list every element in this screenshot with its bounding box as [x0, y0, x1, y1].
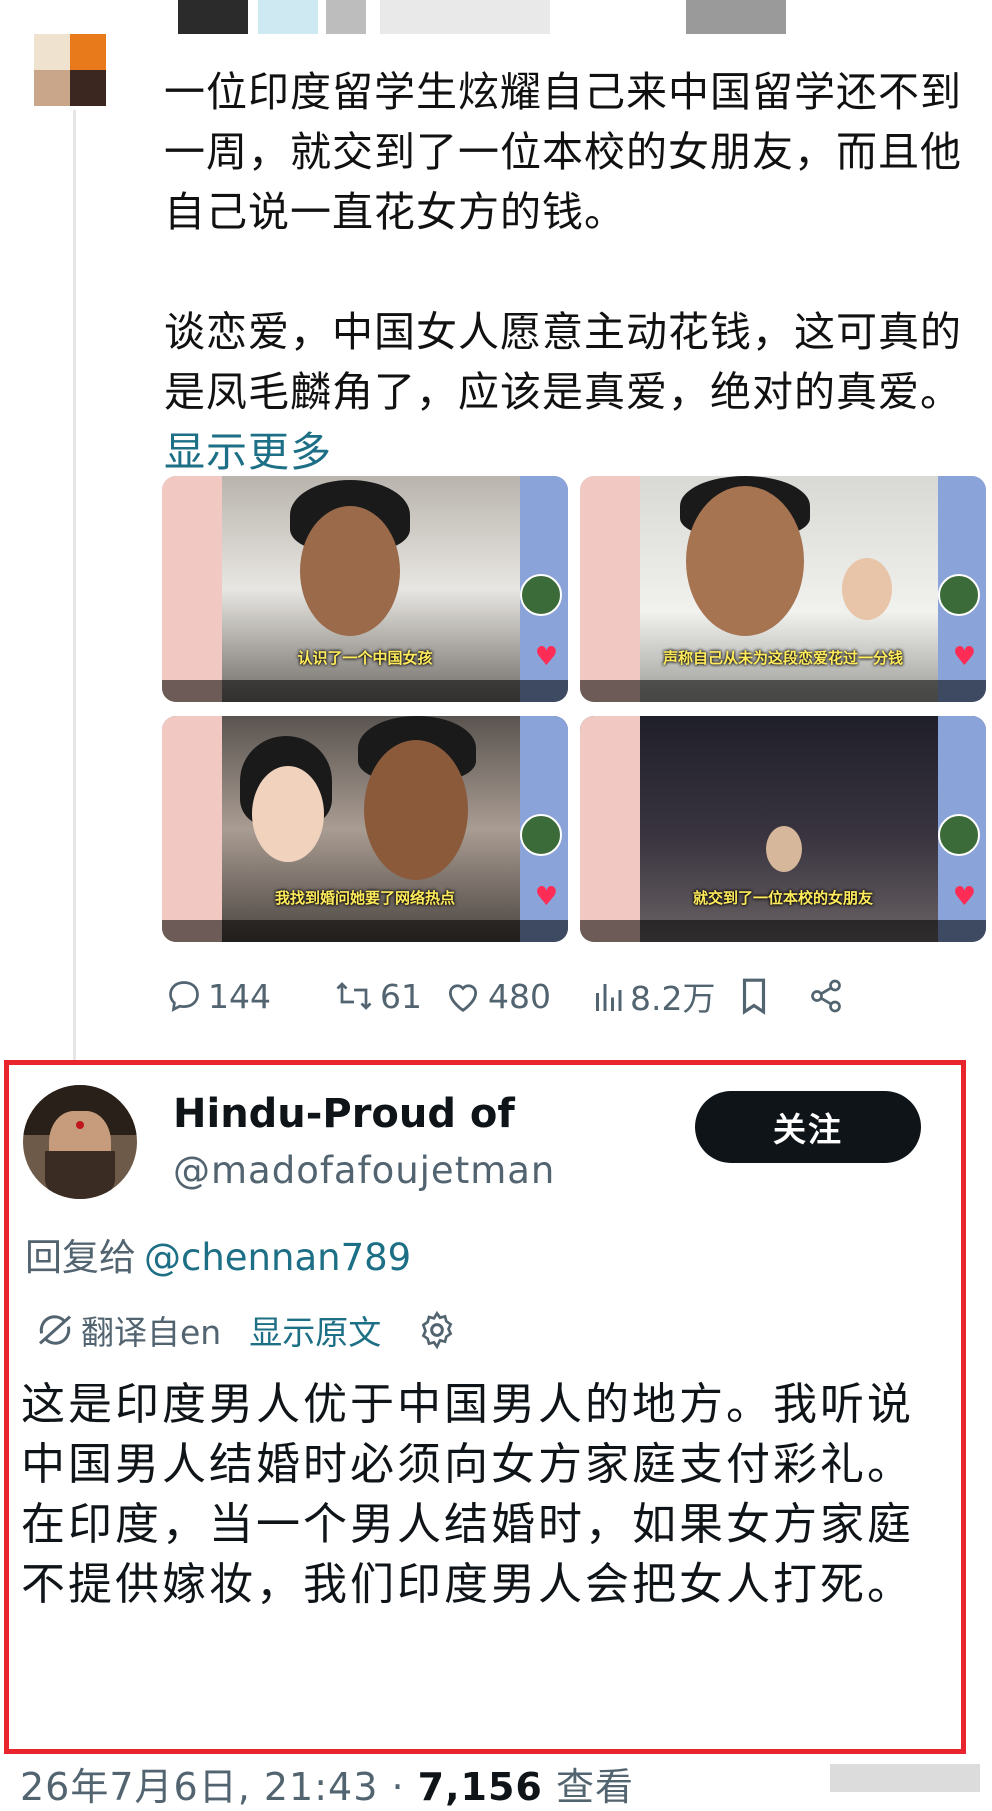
view-label: 查看	[555, 1765, 634, 1809]
share-icon	[811, 979, 841, 1013]
post-timestamp: 26年7月6日, 21:43 · 7,156 查看	[20, 1756, 634, 1811]
media-caption: 就交到了一位本校的女朋友	[692, 889, 873, 907]
reply-to-mention[interactable]: @chennan789	[144, 1236, 411, 1279]
follow-button[interactable]: 关注	[695, 1091, 921, 1163]
reply-icon	[169, 981, 199, 1012]
translated-from-label: 翻译自en	[81, 1313, 222, 1352]
reply-handle[interactable]: @madofafoujetman	[173, 1149, 555, 1192]
reply-display-name[interactable]: Hindu-Proud of	[173, 1091, 515, 1137]
view-count: 7,156	[417, 1765, 543, 1809]
settings-gear-icon[interactable]	[417, 1310, 457, 1350]
show-original-link[interactable]: 显示原文	[249, 1306, 381, 1354]
views-count: 8.2万	[630, 979, 716, 1018]
share-button[interactable]	[808, 968, 850, 1024]
media-grid: ♥ 认识了一个中国女孩 ♥ 声称自己从未为这段恋爱花过一分钱 ♥ 我找到婚问她要…	[162, 476, 986, 942]
views-chart-icon	[596, 984, 622, 1011]
top-bar-blurred	[0, 0, 992, 40]
media-image-1[interactable]: ♥ 认识了一个中国女孩	[162, 476, 568, 702]
thread-line	[73, 110, 76, 1060]
like-button[interactable]: 480	[444, 968, 551, 1024]
media-image-4[interactable]: ♥ 就交到了一位本校的女朋友	[580, 716, 986, 942]
media-caption: 认识了一个中国女孩	[297, 649, 433, 667]
reply-to-label: 回复给	[25, 1236, 136, 1279]
show-more-link[interactable]: 显示更多	[164, 428, 332, 476]
reply-avatar[interactable]	[23, 1085, 137, 1199]
translate-icon	[39, 1315, 71, 1345]
bookmark-icon	[742, 978, 766, 1015]
reply-text: 这是印度男人优于中国男人的地方。我听说中国男人结婚时必须向女方家庭支付彩礼。在印…	[21, 1375, 955, 1615]
post-text: 一位印度留学生炫耀自己来中国留学还不到一周，就交到了一位本校的女朋友，而且他自己…	[164, 62, 984, 482]
post-paragraph-1: 一位印度留学生炫耀自己来中国留学还不到一周，就交到了一位本校的女朋友，而且他自己…	[164, 68, 962, 236]
repost-button[interactable]: 61	[334, 968, 422, 1024]
media-caption: 声称自己从未为这段恋爱花过一分钱	[662, 649, 903, 667]
reply-button[interactable]: 144	[166, 968, 271, 1024]
highlighted-reply: Hindu-Proud of @madofafoujetman 关注 回复给 @c…	[4, 1060, 966, 1754]
reply-to-line: 回复给 @chennan789	[25, 1227, 411, 1281]
repost-icon	[336, 982, 372, 1010]
original-poster-avatar[interactable]	[34, 34, 106, 106]
media-image-2[interactable]: ♥ 声称自己从未为这段恋爱花过一分钱	[580, 476, 986, 702]
reply-count: 144	[208, 976, 271, 1016]
bookmark-button[interactable]	[738, 968, 776, 1024]
heart-outline-icon	[448, 984, 478, 1012]
media-image-3[interactable]: ♥ 我找到婚问她要了网络热点	[162, 716, 568, 942]
media-caption: 我找到婚问她要了网络热点	[274, 889, 455, 907]
post-paragraph-2: 谈恋爱，中国女人愿意主动花钱，这可真的是凤毛麟角了，应该是真爱，绝对的真爱。	[164, 308, 962, 416]
post-date: 26年7月6日, 21:43 ·	[20, 1765, 405, 1809]
post-action-bar: 144 61 480 8.2万	[162, 968, 982, 1024]
repost-count: 61	[380, 976, 422, 1016]
views-button[interactable]: 8.2万	[592, 968, 715, 1024]
reply-body: 这是印度男人优于中国男人的地方。我听说中国男人结婚时必须向女方家庭支付彩礼。在印…	[21, 1379, 914, 1610]
like-count: 480	[488, 976, 551, 1016]
watermark-blur	[830, 1764, 980, 1792]
translation-row: 翻译自en 显示原文	[35, 1305, 457, 1355]
